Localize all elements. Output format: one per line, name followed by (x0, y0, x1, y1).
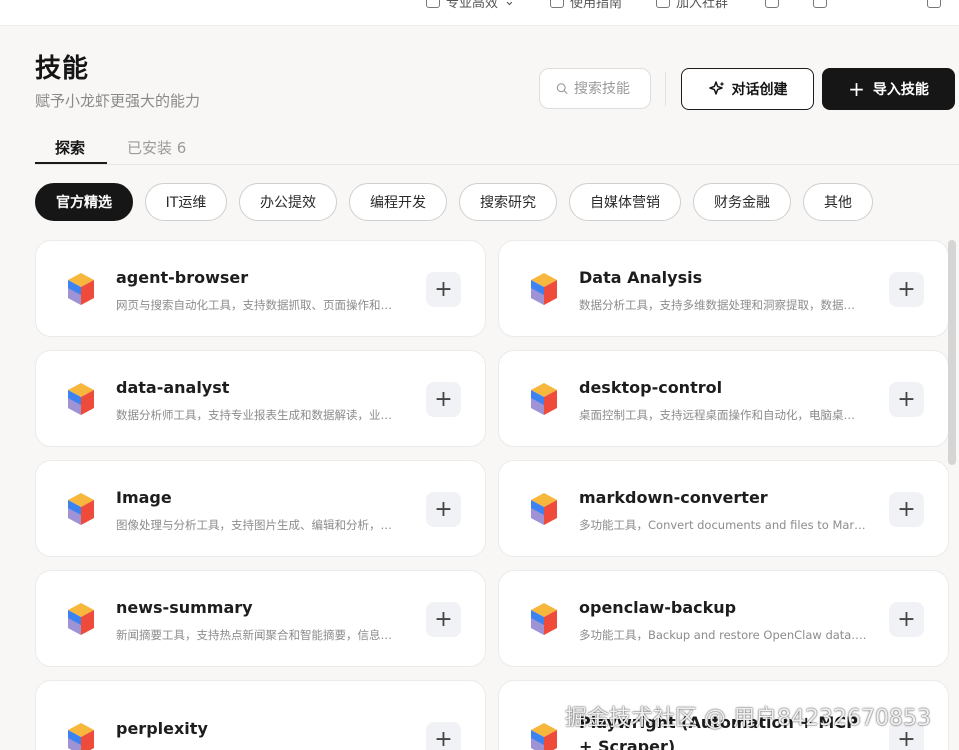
skill-card[interactable]: news-summary 新闻摘要工具，支持热点新闻聚合和智能摘要，信息… + (35, 570, 486, 667)
skill-name: desktop-control (579, 378, 723, 397)
chip-search-research[interactable]: 搜索研究 (459, 183, 557, 221)
skill-desc: 图像处理与分析工具，支持图片生成、编辑和分析，… (116, 518, 392, 532)
add-skill-button[interactable]: + (889, 602, 924, 637)
tab-active-indicator (35, 162, 107, 164)
skill-cube-icon (66, 491, 96, 527)
add-skill-button[interactable]: + (426, 382, 461, 417)
chip-media-marketing[interactable]: 自媒体营销 (569, 183, 681, 221)
tab-installed[interactable]: 已安装 6 (127, 137, 186, 158)
skill-card[interactable]: perplexity + (35, 680, 486, 750)
plus-icon: + (897, 276, 916, 302)
search-icon (556, 83, 568, 94)
plus-icon: + (434, 386, 453, 412)
window-icon (813, 0, 827, 8)
user-icon (426, 0, 440, 8)
chip-finance[interactable]: 财务金融 (693, 183, 791, 221)
skill-name: agent-browser (116, 268, 249, 287)
watermark-text: 掘金技术社区 @ 用户842326708​53 (565, 706, 931, 731)
add-skill-button[interactable]: + (426, 492, 461, 527)
skill-desc: 桌面控制工具，支持远程桌面操作和自动化，电脑桌… (579, 408, 855, 422)
skill-desc: 网页与搜索自动化工具，支持数据抓取、页面操作和… (116, 298, 392, 312)
skill-desc: 数据分析师工具，支持专业报表生成和数据解读，业… (116, 408, 392, 422)
chip-it-ops[interactable]: IT运维 (145, 183, 227, 221)
topbar-item-pro[interactable]: 专业高效 ⌄ (426, 0, 515, 11)
skills-grid: agent-browser 网页与搜索自动化工具，支持数据抓取、页面操作和… +… (35, 240, 949, 750)
skill-card[interactable]: markdown-converter 多功能工具，Convert documen… (498, 460, 949, 557)
topbar-item-community[interactable]: 加入社群 (656, 0, 728, 11)
skill-name: openclaw-backup (579, 598, 737, 617)
skill-tabs: 探索 已安装 6 (35, 134, 959, 165)
skill-cube-icon (529, 271, 559, 307)
search-input[interactable] (574, 80, 650, 97)
search-box[interactable] (539, 68, 651, 109)
add-skill-button[interactable]: + (889, 492, 924, 527)
plus-icon: + (897, 386, 916, 412)
chevron-down-icon: ⌄ (504, 0, 515, 9)
skill-desc: 数据分析工具，支持多维数据处理和洞察提取，数据… (579, 298, 855, 312)
skill-cube-icon (529, 491, 559, 527)
topbar-square-button[interactable] (927, 0, 941, 11)
plus-icon: + (434, 496, 453, 522)
add-skill-button[interactable]: + (889, 272, 924, 307)
skill-desc: 新闻摘要工具，支持热点新闻聚合和智能摘要，信息… (116, 628, 392, 642)
skill-card[interactable]: desktop-control 桌面控制工具，支持远程桌面操作和自动化，电脑桌…… (498, 350, 949, 447)
skill-cube-icon (66, 601, 96, 637)
import-skill-button[interactable]: + 导入技能 (822, 68, 955, 110)
skill-desc: 多功能工具，Backup and restore OpenClaw data. … (579, 628, 869, 642)
topbar-item-guide[interactable]: 使用指南 (550, 0, 622, 11)
page-subtitle: 赋予小龙虾更强大的能力 (35, 92, 201, 110)
plus-icon: + (848, 77, 865, 101)
plus-icon: + (434, 606, 453, 632)
chip-office[interactable]: 办公提效 (239, 183, 337, 221)
chat-create-button[interactable]: 对话创建 (681, 68, 814, 110)
skill-card[interactable]: data-analyst 数据分析师工具，支持专业报表生成和数据解读，业… + (35, 350, 486, 447)
add-skill-button[interactable]: + (426, 722, 461, 750)
scrollbar-thumb[interactable] (948, 240, 956, 465)
plus-icon: + (434, 276, 453, 302)
square-icon (927, 0, 941, 8)
skill-card[interactable]: openclaw-backup 多功能工具，Backup and restore… (498, 570, 949, 667)
skill-cube-icon (529, 381, 559, 417)
sparkle-icon (708, 81, 724, 95)
skill-card[interactable]: Image 图像处理与分析工具，支持图片生成、编辑和分析，… + (35, 460, 486, 557)
group-icon (656, 0, 670, 8)
page-title: 技能 (35, 54, 90, 84)
skill-name: Image (116, 488, 172, 507)
skill-cube-icon (529, 721, 559, 750)
chip-official[interactable]: 官方精选 (35, 183, 133, 221)
skill-name: Data Analysis (579, 268, 703, 287)
skill-cube-icon (66, 381, 96, 417)
skill-cube-icon (66, 721, 96, 750)
tab-explore[interactable]: 探索 (55, 137, 85, 158)
topbar-window-button[interactable] (813, 0, 827, 11)
chat-icon (765, 0, 779, 8)
topbar-chat-button[interactable] (765, 0, 779, 11)
plus-icon: + (434, 726, 453, 750)
add-skill-button[interactable]: + (426, 272, 461, 307)
book-icon (550, 0, 564, 8)
skill-desc: 多功能工具，Convert documents and files to Mar… (579, 518, 869, 532)
skill-card[interactable]: Data Analysis 数据分析工具，支持多维数据处理和洞察提取，数据… + (498, 240, 949, 337)
skill-name: data-analyst (116, 378, 230, 397)
chip-programming[interactable]: 编程开发 (349, 183, 447, 221)
header-divider (665, 72, 666, 106)
plus-icon: + (897, 496, 916, 522)
skill-card[interactable]: agent-browser 网页与搜索自动化工具，支持数据抓取、页面操作和… + (35, 240, 486, 337)
skill-cube-icon (529, 601, 559, 637)
skill-name: news-summary (116, 598, 253, 617)
chip-other[interactable]: 其他 (803, 183, 873, 221)
plus-icon: + (897, 606, 916, 632)
top-bar: 专业高效 ⌄ 使用指南 加入社群 (0, 0, 959, 26)
add-skill-button[interactable]: + (889, 382, 924, 417)
add-skill-button[interactable]: + (426, 602, 461, 637)
skill-name: markdown-converter (579, 488, 768, 507)
skill-name: perplexity (116, 719, 208, 738)
skill-cube-icon (66, 271, 96, 307)
